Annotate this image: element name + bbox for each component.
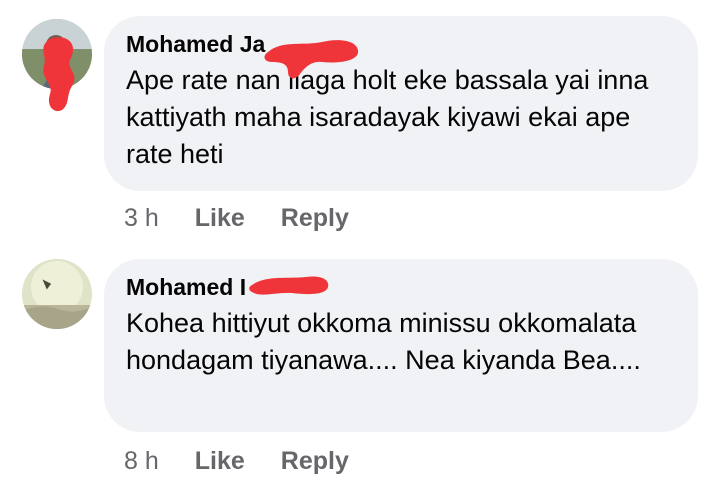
avatar[interactable] <box>22 259 92 329</box>
comment-text: Kohea hittiyut okkoma minissu okkomalata… <box>126 308 641 375</box>
comment-text: Ape rate nan ilaga holt eke bassala yai … <box>126 65 649 169</box>
avatar[interactable] <box>22 19 92 89</box>
comment-actions: 8 h Like Reply <box>124 447 349 476</box>
reply-button[interactable]: Reply <box>281 447 349 476</box>
like-button[interactable]: Like <box>195 447 245 476</box>
comment-bubble: Mohamed I Kohea hittiyut okkoma minissu … <box>104 259 698 432</box>
comment-timestamp[interactable]: 3 h <box>124 204 159 233</box>
comment-bubble: Mohamed Ja Ape rate nan ilaga holt eke b… <box>104 16 698 191</box>
comment-author[interactable]: Mohamed I <box>126 273 246 301</box>
comment-actions: 3 h Like Reply <box>124 204 349 233</box>
profile-photo-icon <box>22 19 92 89</box>
comment-timestamp[interactable]: 8 h <box>124 447 159 476</box>
comment-author[interactable]: Mohamed Ja <box>126 30 265 58</box>
reply-button[interactable]: Reply <box>281 204 349 233</box>
like-button[interactable]: Like <box>195 204 245 233</box>
profile-photo-icon <box>22 259 92 329</box>
